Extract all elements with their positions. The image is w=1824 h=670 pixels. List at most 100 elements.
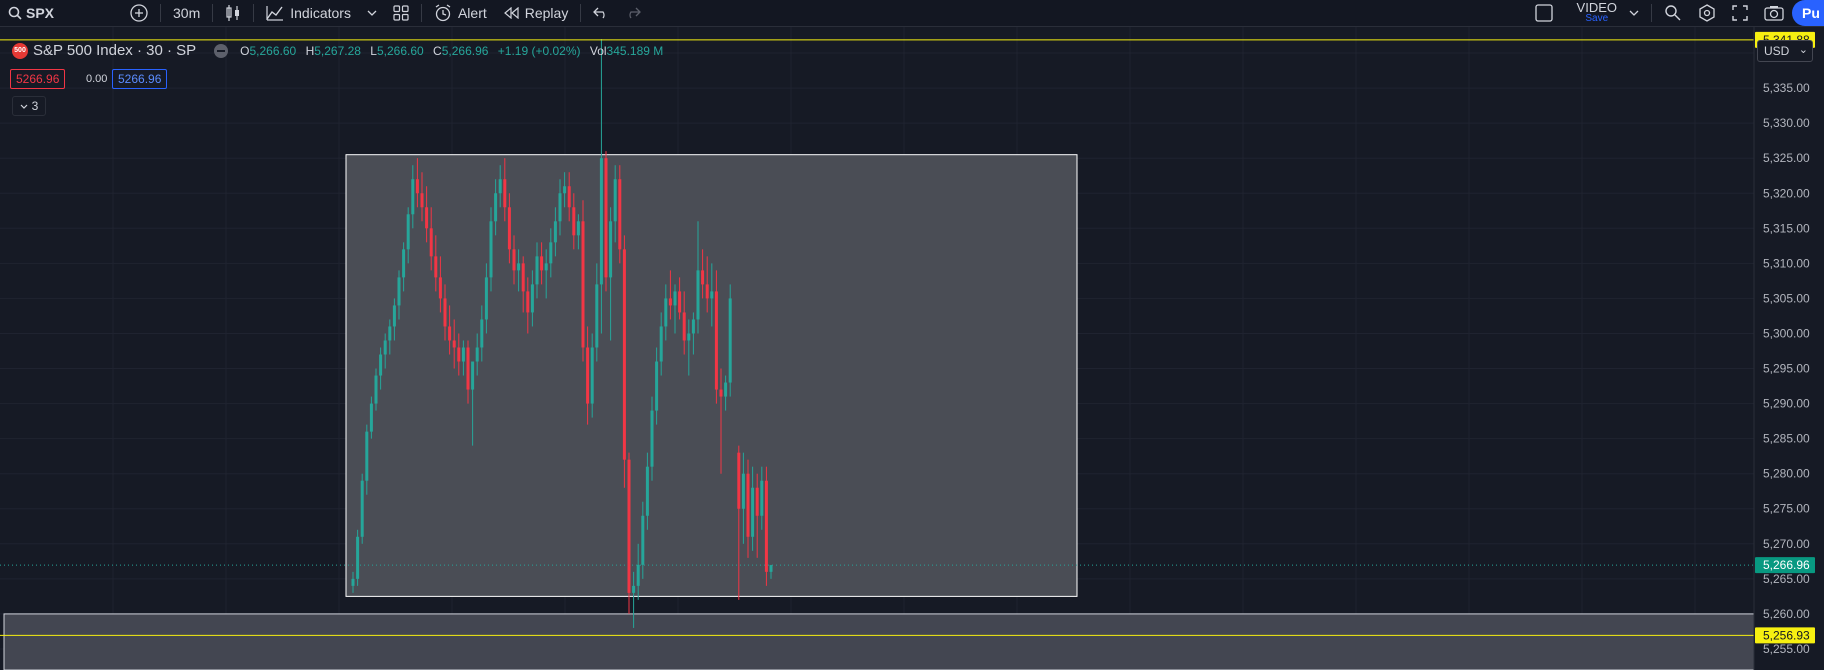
candle-body bbox=[415, 179, 419, 194]
candle-body bbox=[526, 291, 530, 313]
candle-body bbox=[769, 565, 773, 572]
candle-body bbox=[402, 249, 406, 278]
candle-body bbox=[691, 319, 695, 334]
price-tick-label: 5,300.00 bbox=[1763, 326, 1810, 340]
hide-legend-icon[interactable] bbox=[214, 43, 229, 58]
candle-body bbox=[636, 564, 640, 586]
video-label: VIDEO bbox=[1576, 0, 1617, 15]
candle-body bbox=[457, 347, 461, 362]
settings-button[interactable] bbox=[1690, 0, 1724, 26]
candle-body bbox=[618, 179, 622, 250]
currency-select[interactable]: USD ⌄ bbox=[1757, 40, 1813, 62]
select-layout-button[interactable] bbox=[1527, 0, 1561, 26]
candle-body bbox=[484, 277, 488, 320]
candle-body bbox=[351, 578, 355, 586]
candle-body bbox=[641, 515, 645, 565]
candle-body bbox=[613, 179, 617, 222]
candle-body bbox=[503, 179, 507, 208]
indicators-button[interactable]: Indicators bbox=[258, 0, 359, 26]
video-save-button[interactable]: VIDEO Save bbox=[1573, 0, 1621, 24]
range-rectangle[interactable] bbox=[345, 154, 1078, 597]
candle-body bbox=[411, 179, 415, 215]
candle-body bbox=[466, 347, 470, 390]
compare-symbol-button[interactable] bbox=[122, 0, 156, 26]
rewind-icon bbox=[503, 7, 519, 19]
camera-icon bbox=[1764, 6, 1784, 21]
chart-legend: 500 S&P 500 Index · 30 · SP O5,266.60 H5… bbox=[12, 42, 663, 59]
candle-body bbox=[682, 312, 686, 341]
candle-body bbox=[452, 340, 456, 348]
indicators-dropdown[interactable] bbox=[359, 0, 385, 26]
candle-body bbox=[498, 179, 502, 194]
plus-circle-icon bbox=[130, 4, 148, 22]
toolbar-right: VIDEO Save Pu bbox=[1527, 0, 1824, 26]
candle-body bbox=[632, 585, 636, 593]
candle-body bbox=[489, 221, 493, 278]
candle-body bbox=[429, 228, 433, 257]
symbol-label: SPX bbox=[26, 5, 55, 21]
alert-label: Alert bbox=[457, 5, 487, 21]
candle-body bbox=[434, 256, 438, 278]
templates-button[interactable] bbox=[385, 0, 417, 26]
candle-body bbox=[599, 158, 603, 285]
indicators-icon bbox=[266, 6, 284, 21]
fullscreen-button[interactable] bbox=[1724, 0, 1756, 26]
symbol-title[interactable]: S&P 500 Index · 30 · SP bbox=[33, 42, 196, 59]
replay-label: Replay bbox=[524, 5, 569, 21]
candle-body bbox=[609, 221, 613, 278]
alarm-clock-icon bbox=[435, 4, 451, 22]
price-tick-label: 5,290.00 bbox=[1763, 397, 1810, 411]
candle-body bbox=[714, 291, 718, 390]
video-dropdown[interactable] bbox=[1621, 0, 1647, 26]
candle-body bbox=[475, 347, 479, 362]
candle-body bbox=[553, 221, 557, 243]
change-value: +1.19 (+0.02%) bbox=[497, 43, 581, 58]
publish-button[interactable]: Pu bbox=[1792, 0, 1824, 26]
alert-button[interactable]: Alert bbox=[426, 0, 495, 26]
price-tick-label: 5,295.00 bbox=[1763, 362, 1810, 376]
candle-body bbox=[406, 214, 410, 250]
price-chart[interactable]: 5,340.005,335.005,330.005,325.005,320.00… bbox=[0, 27, 1824, 670]
candle-body bbox=[719, 389, 723, 397]
chevron-down-icon bbox=[1629, 10, 1639, 16]
undo-button[interactable] bbox=[585, 0, 617, 26]
candle-body bbox=[710, 291, 714, 299]
candle-body bbox=[664, 298, 668, 327]
candle-body bbox=[535, 256, 539, 285]
support-zone[interactable] bbox=[3, 613, 1755, 670]
collapse-indicators-button[interactable]: 3 bbox=[12, 96, 46, 116]
candle-body bbox=[650, 410, 654, 467]
candle-body bbox=[448, 326, 452, 341]
candle-body bbox=[374, 375, 378, 404]
buy-price-button[interactable]: 5266.96 bbox=[112, 69, 168, 89]
candle-body bbox=[590, 347, 594, 404]
chart-type-button[interactable] bbox=[217, 0, 249, 26]
symbol-logo: 500 bbox=[12, 42, 28, 59]
price-tick-label: 5,280.00 bbox=[1763, 467, 1810, 481]
candle-body bbox=[741, 473, 745, 509]
symbol-search[interactable]: SPX bbox=[0, 0, 62, 26]
volume-key: Vol bbox=[589, 43, 607, 58]
replay-button[interactable]: Replay bbox=[495, 0, 577, 26]
snapshot-button[interactable] bbox=[1756, 0, 1792, 26]
candle-body bbox=[494, 193, 498, 222]
high-key: H bbox=[305, 43, 315, 58]
sell-price-button[interactable]: 5266.96 bbox=[10, 69, 66, 89]
redo-button[interactable] bbox=[617, 0, 649, 26]
candle-body bbox=[420, 193, 424, 208]
grid-icon bbox=[393, 5, 409, 21]
square-icon bbox=[1534, 4, 1553, 22]
candle-body bbox=[655, 361, 659, 411]
search-icon bbox=[8, 6, 22, 20]
quick-search-button[interactable] bbox=[1656, 0, 1690, 26]
candle-body bbox=[645, 466, 649, 516]
collapse-count: 3 bbox=[31, 99, 39, 113]
candle-body bbox=[388, 326, 392, 341]
price-tick-label: 5,305.00 bbox=[1763, 291, 1810, 305]
candle-body bbox=[544, 263, 548, 271]
interval-button[interactable]: 30m bbox=[165, 0, 208, 26]
current-price-badge-text: 5,266.96 bbox=[1763, 558, 1810, 572]
candle-body bbox=[558, 193, 562, 222]
price-tick-label: 5,310.00 bbox=[1763, 256, 1810, 270]
candle-body bbox=[461, 347, 465, 362]
